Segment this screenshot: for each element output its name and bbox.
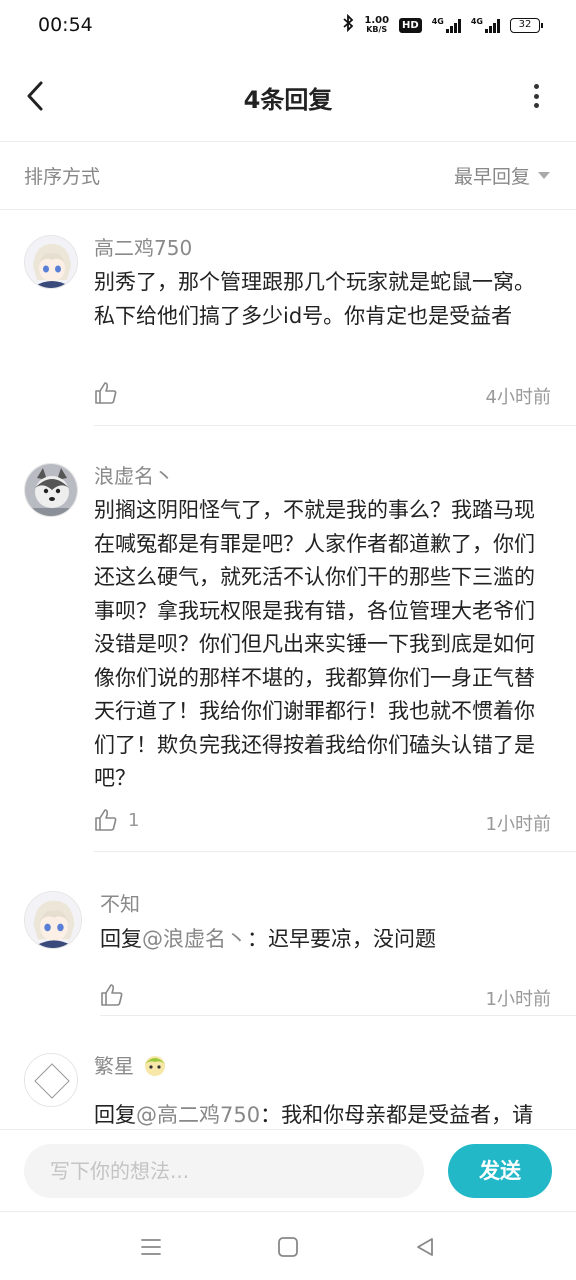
comment-list[interactable]: 高二鸡750 别秀了，那个管理跟那几个玩家就是蛇鼠一窝。私下给他们搞了多少id号… [0, 211, 576, 1129]
divider [94, 425, 576, 426]
thumbs-up-icon [101, 984, 123, 1006]
battery-icon: 32 [510, 17, 543, 33]
page-title: 4条回复 [243, 86, 333, 114]
like-button[interactable] [100, 983, 134, 1007]
thumbs-up-icon [95, 809, 117, 831]
anime-avatar-icon [25, 236, 77, 288]
comment-composer: 发送 [0, 1129, 576, 1211]
comment-input[interactable] [24, 1144, 424, 1198]
avatar[interactable] [24, 891, 82, 949]
comment-text: 别搁这阴阳怪气了，不就是我的事么？我踏马现在喊冤都是有罪是吧？人家作者都道歉了，… [94, 498, 535, 790]
comment-time: 1小时前 [485, 989, 551, 1010]
mention-link[interactable]: @浪虚名丶 [142, 927, 247, 951]
back-triangle-icon[interactable] [414, 1236, 436, 1258]
like-well-logo-icon [25, 1054, 77, 1106]
comment-item: 繁星 回复@高二鸡750：我和你母亲都是受益者，请问我是你的多？ [0, 1015, 576, 1129]
avatar[interactable] [24, 463, 78, 517]
comment-time: 1小时前 [485, 814, 551, 835]
net-speed: 1.00 KB/S [364, 15, 390, 35]
comment-item: 高二鸡750 别秀了，那个管理跟那几个玩家就是蛇鼠一窝。私下给他们搞了多少id号… [0, 211, 576, 437]
home-icon[interactable] [277, 1236, 299, 1258]
like-button[interactable] [94, 381, 128, 405]
caret-down-icon [538, 172, 550, 179]
comment-text: 回复@浪虚名丶：迟早要凉，没问题 [100, 923, 550, 957]
comment-text: 别秀了，那个管理跟那几个玩家就是蛇鼠一窝。私下给他们搞了多少id号。你肯定也是受… [94, 270, 535, 328]
header: 4条回复 [0, 50, 576, 142]
net-speed-value: 1.00 [364, 15, 390, 26]
sort-bar: 排序方式 最早回复 [0, 142, 576, 210]
comment-text: 回复@高二鸡750：我和你母亲都是受益者，请问我是你的多？ [94, 1099, 548, 1129]
status-time: 00:54 [38, 14, 93, 36]
signal-1: 4G [432, 17, 461, 33]
signal-1-label: 4G [431, 17, 444, 26]
reply-text: ：迟早要凉，没问题 [247, 927, 436, 951]
like-button[interactable]: 1 [94, 808, 139, 832]
sort-label: 排序方式 [24, 166, 101, 188]
reply-prefix: 回复 [94, 1103, 136, 1127]
signal-bars-icon [445, 17, 461, 33]
send-button[interactable]: 发送 [448, 1144, 552, 1198]
comment-username[interactable]: 繁星 [94, 1050, 168, 1079]
anime-avatar-icon [25, 892, 81, 948]
divider [94, 851, 576, 852]
comment-username-text: 繁星 [94, 1054, 134, 1078]
comment-username[interactable]: 高二鸡750 [94, 232, 192, 261]
mention-link[interactable]: @高二鸡750 [136, 1103, 260, 1127]
reply-prefix: 回复 [100, 927, 142, 951]
menu-icon[interactable] [139, 1236, 163, 1258]
bluetooth-icon [342, 13, 354, 37]
signal-bars-icon [485, 17, 500, 33]
comment-time: 4小时前 [485, 387, 551, 408]
system-nav-bar [0, 1211, 576, 1280]
status-icons: 1.00 KB/S HD 4G 4G 32 [342, 13, 543, 37]
comment-item: 浪虚名丶 别搁这阴阳怪气了，不就是我的事么？我踏马现在喊冤都是有罪是吧？人家作者… [0, 437, 576, 855]
comment-username[interactable]: 不知 [100, 888, 140, 917]
avatar[interactable] [24, 1053, 78, 1107]
more-options-button[interactable] [532, 84, 540, 108]
net-speed-unit: KB/S [366, 25, 388, 34]
signal-2-label: 4G [470, 17, 483, 26]
like-count: 1 [128, 809, 140, 831]
sort-selected: 最早回复 [453, 166, 530, 188]
comment-username[interactable]: 浪虚名丶 [94, 460, 174, 489]
cartoon-emoji-icon [145, 1055, 165, 1076]
hd-icon: HD [399, 17, 422, 33]
comment-item: 不知 回复@浪虚名丶：迟早要凉，没问题 1小时前 [0, 855, 576, 1016]
status-bar: 00:54 1.00 KB/S HD 4G 4G 32 [0, 0, 576, 50]
husky-dog-avatar-icon [25, 464, 77, 516]
signal-2: 4G [471, 17, 500, 33]
sort-dropdown[interactable]: 最早回复 [454, 162, 550, 189]
thumbs-up-icon [95, 382, 117, 404]
avatar[interactable] [24, 235, 78, 289]
